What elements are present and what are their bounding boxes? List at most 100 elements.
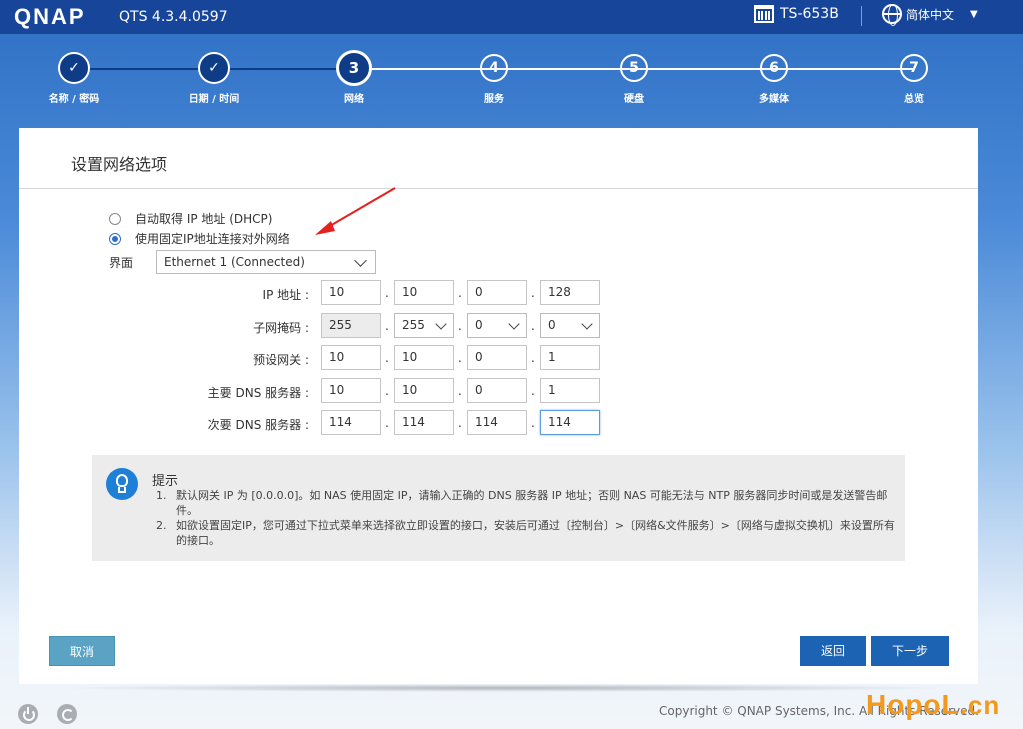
language-selector[interactable]: 简体中文 ▼ <box>882 4 978 26</box>
device-model: TS-653B <box>754 5 839 23</box>
primary-dns-octet-2[interactable]: 10 <box>394 378 454 403</box>
chevron-down-icon <box>508 318 520 330</box>
dhcp-label: 自动取得 IP 地址 (DHCP) <box>135 212 273 226</box>
octet-separator: . <box>531 416 535 430</box>
tip-box: 提示 1. 默认网关 IP 为 [0.0.0.0]。如 NAS 使用固定 IP，… <box>92 455 905 561</box>
step-number: 4 <box>480 54 508 82</box>
tip-text: 如欲设置固定IP，您可通过下拉式菜单来选择欲立即设置的接口，安装后可通过〔控制台… <box>176 519 895 547</box>
tip-item: 2. 如欲设置固定IP，您可通过下拉式菜单来选择欲立即设置的接口，安装后可通过〔… <box>156 518 896 548</box>
tip-text: 默认网关 IP 为 [0.0.0.0]。如 NAS 使用固定 IP，请输入正确的… <box>176 489 888 517</box>
gateway-label: 预设网关 : <box>253 353 309 367</box>
primary-dns-octet-3[interactable]: 0 <box>467 378 527 403</box>
step-number: 7 <box>900 54 928 82</box>
mask-octet-3-select[interactable]: 0 <box>467 313 527 338</box>
static-ip-option[interactable]: 使用固定IP地址连接对外网络 <box>109 230 290 247</box>
secondary-dns-octet-1[interactable]: 114 <box>321 410 381 435</box>
cancel-button[interactable]: 取消 <box>49 636 115 666</box>
primary-dns-label: 主要 DNS 服务器 : <box>207 386 309 400</box>
dhcp-option[interactable]: 自动取得 IP 地址 (DHCP) <box>109 210 272 227</box>
step-number: 5 <box>620 54 648 82</box>
step-label: 硬盘 <box>624 94 644 105</box>
step-5: 5 硬盘 <box>584 54 684 105</box>
octet-separator: . <box>458 351 462 365</box>
chevron-down-icon <box>435 318 447 330</box>
qnap-logo: QNAP <box>14 4 86 29</box>
octet-separator: . <box>385 286 389 300</box>
card-shadow <box>56 684 956 692</box>
gateway-octet-3[interactable]: 0 <box>467 345 527 370</box>
annotation-arrow-icon <box>315 187 396 235</box>
globe-icon <box>882 4 902 26</box>
os-version: QTS 4.3.4.0597 <box>119 9 228 25</box>
step-3: 3 网络 <box>304 50 404 105</box>
step-number: 6 <box>760 54 788 82</box>
step-label: 名称 / 密码 <box>48 94 100 105</box>
check-icon: ✓ <box>60 54 88 82</box>
octet-separator: . <box>531 384 535 398</box>
octet-separator: . <box>531 319 535 333</box>
dhcp-radio[interactable] <box>109 212 121 225</box>
chevron-down-icon <box>354 254 367 267</box>
step-1: ✓ 名称 / 密码 <box>24 54 124 105</box>
gateway-octet-4[interactable]: 1 <box>540 345 600 370</box>
ip-octet-3[interactable]: 0 <box>467 280 527 305</box>
tip-number: 2. <box>156 519 167 532</box>
language-label: 简体中文 <box>906 7 955 22</box>
step-4: 4 服务 <box>444 54 544 105</box>
step-label: 日期 / 时间 <box>188 94 240 105</box>
primary-dns-octet-4[interactable]: 1 <box>540 378 600 403</box>
step-label: 服务 <box>484 94 504 105</box>
step-label: 多媒体 <box>759 94 789 105</box>
mask-octet-3: 0 <box>475 318 483 332</box>
nas-device-icon <box>754 5 774 23</box>
ip-address-label: IP 地址 : <box>262 288 309 302</box>
page-title: 设置网络选项 <box>71 155 168 174</box>
static-ip-label: 使用固定IP地址连接对外网络 <box>135 232 290 246</box>
tip-item: 1. 默认网关 IP 为 [0.0.0.0]。如 NAS 使用固定 IP，请输入… <box>156 488 896 518</box>
secondary-dns-octet-3[interactable]: 114 <box>467 410 527 435</box>
gateway-octet-2[interactable]: 10 <box>394 345 454 370</box>
tip-number: 1. <box>156 489 167 502</box>
next-button[interactable]: 下一步 <box>871 636 949 666</box>
secondary-dns-octet-2[interactable]: 114 <box>394 410 454 435</box>
static-ip-radio[interactable] <box>109 232 121 245</box>
octet-separator: . <box>458 319 462 333</box>
octet-separator: . <box>458 286 462 300</box>
check-icon: ✓ <box>200 54 228 82</box>
interface-select[interactable]: Ethernet 1 (Connected) <box>156 250 376 274</box>
setup-stepper: ✓ 名称 / 密码 ✓ 日期 / 时间 3 网络 4 服务 5 硬盘 6 多媒体… <box>0 34 1023 124</box>
step-2: ✓ 日期 / 时间 <box>164 54 264 105</box>
step-7: 7 总览 <box>864 54 964 105</box>
mask-octet-4-select[interactable]: 0 <box>540 313 600 338</box>
chevron-down-icon <box>581 318 593 330</box>
model-name: TS-653B <box>780 6 839 22</box>
watermark-domain: .cn <box>959 690 1001 720</box>
mask-octet-2: 255 <box>402 318 425 332</box>
step-6: 6 多媒体 <box>724 54 824 105</box>
network-settings-card: 设置网络选项 自动取得 IP 地址 (DHCP) 使用固定IP地址连接对外网络 … <box>19 128 978 684</box>
gateway-octet-1[interactable]: 10 <box>321 345 381 370</box>
secondary-dns-octet-4[interactable]: 114 <box>540 410 600 435</box>
octet-separator: . <box>531 351 535 365</box>
caret-down-icon: ▼ <box>970 8 978 20</box>
refresh-icon[interactable] <box>57 704 77 724</box>
octet-separator: . <box>385 319 389 333</box>
primary-dns-octet-1[interactable]: 10 <box>321 378 381 403</box>
subnet-mask-label: 子网掩码 : <box>253 321 309 335</box>
back-button[interactable]: 返回 <box>800 636 866 666</box>
step-number: 3 <box>336 50 372 86</box>
mask-octet-4: 0 <box>548 318 556 332</box>
mask-octet-1: 255 <box>321 313 381 338</box>
step-label: 网络 <box>344 94 364 105</box>
interface-value: Ethernet 1 (Connected) <box>164 255 305 269</box>
ip-octet-1[interactable]: 10 <box>321 280 381 305</box>
octet-separator: . <box>531 286 535 300</box>
interface-label: 界面 <box>109 256 134 270</box>
ip-octet-4[interactable]: 128 <box>540 280 600 305</box>
lightbulb-icon <box>106 468 138 500</box>
ip-octet-2[interactable]: 10 <box>394 280 454 305</box>
mask-octet-2-select[interactable]: 255 <box>394 313 454 338</box>
watermark: HopoL.cn <box>866 689 1000 721</box>
power-icon[interactable] <box>18 704 38 724</box>
step-label: 总览 <box>904 94 924 105</box>
